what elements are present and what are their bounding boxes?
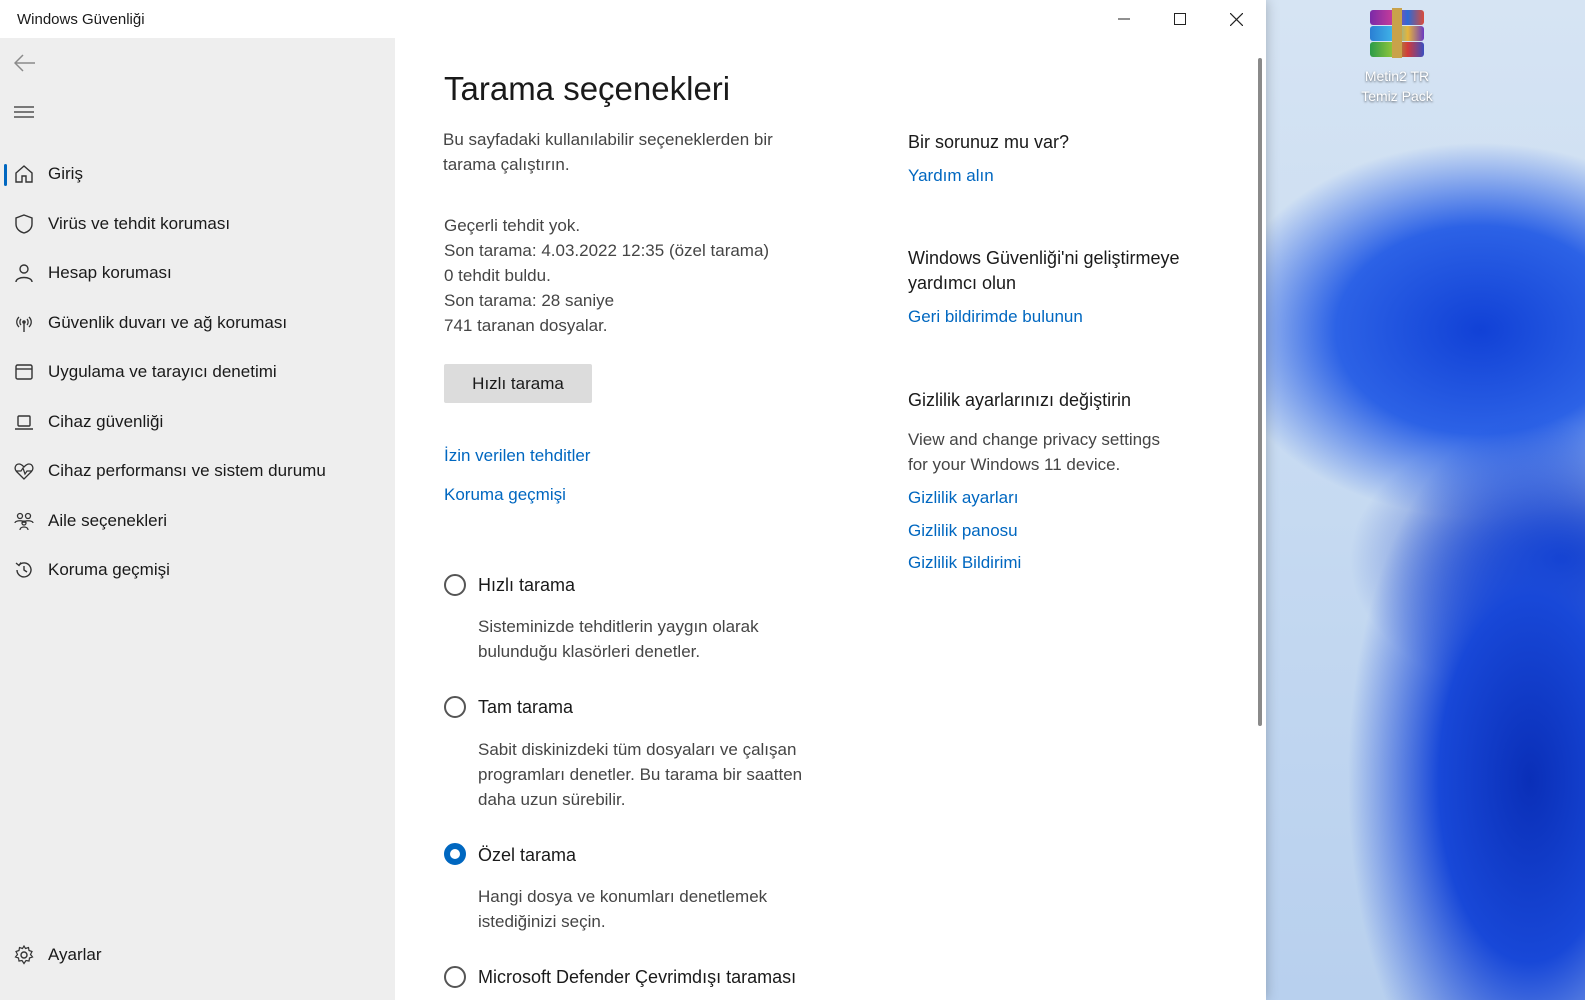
wifi-antenna-icon <box>16 316 32 332</box>
sidebar-item-label: Koruma geçmişi <box>48 560 170 579</box>
privacy-description: View and change privacy settings for your… <box>908 430 1161 474</box>
close-icon <box>1230 13 1243 26</box>
sidebar-item-device-performance[interactable]: Cihaz performansı ve sistem durumu <box>0 449 395 493</box>
sidebar-item-protection-history[interactable]: Koruma geçmişi <box>0 548 395 592</box>
windows-security-window: Windows Güvenliği Giriş Virüs ve tehdit … <box>0 0 1266 1000</box>
improve-heading: Windows Güvenliği'ni geliştirmeye yardımc… <box>908 248 1180 293</box>
intro-text: Bu sayfadaki kullanılabilir seçeneklerde… <box>443 130 773 174</box>
sidebar-item-settings[interactable]: Ayarlar <box>0 933 395 977</box>
sidebar-item-label: Ayarlar <box>48 945 102 964</box>
sidebar-item-label: Cihaz performansı ve sistem durumu <box>48 461 326 480</box>
family-icon <box>14 512 34 531</box>
radio-label: Tam tarama <box>478 697 574 717</box>
title-bar: Windows Güvenliği <box>0 0 1266 38</box>
sidebar-item-family-options[interactable]: Aile seçenekleri <box>0 499 395 543</box>
home-icon <box>15 165 33 183</box>
maximize-button[interactable] <box>1152 0 1208 38</box>
privacy-settings-link[interactable]: Gizlilik ayarları <box>908 488 1019 508</box>
quick-scan-button[interactable]: Hızlı tarama <box>444 364 592 403</box>
full-scan-radio[interactable] <box>444 696 466 718</box>
radio-label: Özel tarama <box>478 845 577 865</box>
radio-label: Microsoft Defender Çevrimdışı taraması <box>478 967 797 987</box>
option-description: Sabit diskinizdeki tüm dosyaları ve çalı… <box>478 740 803 809</box>
heart-pulse-icon <box>14 463 34 480</box>
page-title: Tarama seçenekleri <box>444 70 731 107</box>
status-line: Geçerli tehdit yok. <box>444 216 581 235</box>
privacy-statement-link[interactable]: Gizlilik Bildirimi <box>908 553 1021 573</box>
give-feedback-link[interactable]: Geri bildirimde bulunun <box>908 307 1083 327</box>
sidebar-item-label: Hesap koruması <box>48 263 172 282</box>
sidebar-item-label: Uygulama ve tarayıcı denetimi <box>48 362 277 381</box>
back-arrow-icon[interactable] <box>14 54 36 72</box>
allowed-threats-link[interactable]: İzin verilen tehditler <box>444 446 590 466</box>
gear-icon <box>14 945 34 965</box>
status-line: 741 taranan dosyalar. <box>444 316 608 335</box>
privacy-dashboard-link[interactable]: Gizlilik panosu <box>908 521 1018 541</box>
scan-status: Geçerli tehdit yok. Son tarama: 4.03.202… <box>444 213 769 338</box>
option-description: Hangi dosya ve konumları denetlemek isted… <box>478 887 768 931</box>
sidebar: Giriş Virüs ve tehdit koruması Hesap kor… <box>0 38 395 1000</box>
close-button[interactable] <box>1208 0 1264 38</box>
status-line: Son tarama: 4.03.2022 12:35 (özel tarama… <box>444 241 770 260</box>
sidebar-item-label: Cihaz güvenliği <box>48 412 164 431</box>
minimize-button[interactable] <box>1096 0 1152 38</box>
sidebar-item-home[interactable]: Giriş <box>0 152 395 196</box>
window-title: Windows Güvenliği <box>17 11 145 28</box>
sidebar-item-label: Güvenlik duvarı ve ağ koruması <box>48 313 288 332</box>
sidebar-item-virus-protection[interactable]: Virüs ve tehdit koruması <box>0 202 395 246</box>
sidebar-item-device-security[interactable]: Cihaz güvenliği <box>0 400 395 444</box>
sidebar-item-firewall[interactable]: Güvenlik duvarı ve ağ koruması <box>0 301 395 345</box>
maximize-icon <box>1174 13 1186 25</box>
status-line: 0 tehdit buldu. <box>444 266 551 285</box>
minimize-icon <box>1118 18 1130 20</box>
winrar-archive-icon <box>1368 8 1426 58</box>
desktop-shortcut-winrar[interactable]: Metin2 TR Temiz Pack <box>1352 8 1442 106</box>
sidebar-item-label: Aile seçenekleri <box>48 511 168 530</box>
sidebar-item-account-protection[interactable]: Hesap koruması <box>0 251 395 295</box>
app-window-icon <box>15 364 33 380</box>
get-help-link[interactable]: Yardım alın <box>908 166 994 186</box>
defender-offline-scan-radio[interactable] <box>444 966 466 988</box>
status-line: Son tarama: 28 saniye <box>444 291 615 310</box>
scrollbar[interactable] <box>1258 58 1262 726</box>
person-icon <box>15 264 33 283</box>
quick-scan-radio[interactable] <box>444 574 466 596</box>
protection-history-link[interactable]: Koruma geçmişi <box>444 485 566 505</box>
shield-icon <box>15 214 33 234</box>
sidebar-item-label: Virüs ve tehdit koruması <box>48 214 231 233</box>
radio-label: Hızlı tarama <box>478 575 576 595</box>
question-heading: Bir sorunuz mu var? <box>908 132 1070 152</box>
sidebar-item-label: Giriş <box>48 164 83 183</box>
history-icon <box>15 562 32 578</box>
desktop-shortcut-label: Metin2 TR Temiz Pack <box>1361 68 1433 104</box>
custom-scan-radio[interactable] <box>444 843 466 865</box>
sidebar-item-app-browser-control[interactable]: Uygulama ve tarayıcı denetimi <box>0 350 395 394</box>
option-description: Sisteminizde tehditlerin yaygın olarak bu… <box>478 617 759 661</box>
hamburger-menu-icon[interactable] <box>14 105 34 119</box>
laptop-icon <box>15 415 33 430</box>
privacy-heading: Gizlilik ayarlarınızı değiştirin <box>908 390 1132 410</box>
